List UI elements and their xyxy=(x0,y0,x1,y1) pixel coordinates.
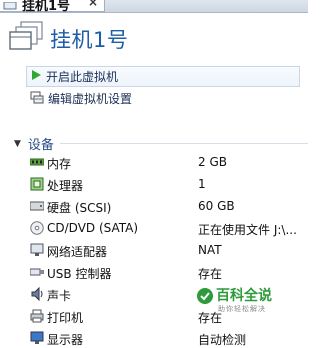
device-row-display[interactable]: 显示器 自动检测 xyxy=(30,330,308,348)
usb-icon xyxy=(29,265,44,279)
device-value: 自动检测 xyxy=(198,333,247,347)
device-row-harddisk[interactable]: 硬盘 (SCSI) 60 GB xyxy=(29,198,308,216)
processor-icon xyxy=(30,177,44,191)
device-row-memory[interactable]: 内存 2 GB xyxy=(29,154,308,172)
devices-section-label: 设备 xyxy=(27,138,54,153)
play-icon xyxy=(30,69,42,84)
memory-icon xyxy=(29,155,45,169)
watermark-title: 百科全说 xyxy=(216,288,272,304)
power-on-label: 开启此虚拟机 xyxy=(46,69,119,84)
device-value: 1 xyxy=(198,177,206,191)
display-icon xyxy=(30,331,44,345)
device-row-cd-dvd[interactable]: CD/DVD (SATA) 正在使用文件 J:\... xyxy=(30,220,308,238)
page-title: 挂机1号 xyxy=(50,28,129,52)
section-divider xyxy=(60,143,308,144)
edit-vm-settings-link[interactable]: 编辑虚拟机设置 xyxy=(30,90,132,106)
device-value: NAT xyxy=(198,243,222,257)
sound-card-icon xyxy=(30,286,44,302)
devices-section-header[interactable]: ▼ 设备 xyxy=(14,134,54,153)
device-value: 2 GB xyxy=(198,155,227,169)
vm-large-icon xyxy=(8,20,44,55)
device-row-processor[interactable]: 处理器 1 xyxy=(30,176,308,194)
network-adapter-icon xyxy=(30,243,44,257)
device-name: 声卡 xyxy=(47,289,72,303)
device-name: 显示器 xyxy=(47,333,84,347)
edit-settings-label: 编辑虚拟机设置 xyxy=(48,91,133,106)
vm-tab-icon xyxy=(3,0,17,13)
device-name: 硬盘 (SCSI) xyxy=(47,201,112,215)
device-value: 正在使用文件 J:\... xyxy=(198,223,297,237)
device-row-network-adapter[interactable]: 网络适配器 NAT xyxy=(30,242,308,260)
tab-label: 挂机1号 xyxy=(22,0,71,14)
device-name: 打印机 xyxy=(47,311,84,325)
cd-dvd-icon xyxy=(30,221,44,235)
device-row-usb[interactable]: USB 控制器 存在 xyxy=(29,264,308,282)
tab-close-icon[interactable]: × xyxy=(88,0,98,9)
device-name: 内存 xyxy=(47,157,72,171)
harddisk-icon xyxy=(29,199,45,213)
tab-vm[interactable]: 挂机1号 × xyxy=(0,0,105,14)
device-name: 处理器 xyxy=(47,179,84,193)
device-name: CD/DVD (SATA) xyxy=(47,221,139,235)
device-value: 60 GB xyxy=(198,199,235,213)
power-on-vm-link[interactable]: 开启此虚拟机 xyxy=(30,68,118,84)
device-value: 存在 xyxy=(198,267,223,281)
collapse-arrow-icon[interactable]: ▼ xyxy=(14,139,21,149)
watermark-subtitle: 助你轻松解决 xyxy=(218,305,266,313)
printer-icon xyxy=(30,309,44,323)
edit-settings-icon xyxy=(30,90,44,107)
watermark: 百科全说 助你轻松解决 xyxy=(196,284,308,320)
device-name: USB 控制器 xyxy=(47,267,112,281)
device-name: 网络适配器 xyxy=(47,245,108,259)
watermark-logo-icon xyxy=(196,287,214,308)
